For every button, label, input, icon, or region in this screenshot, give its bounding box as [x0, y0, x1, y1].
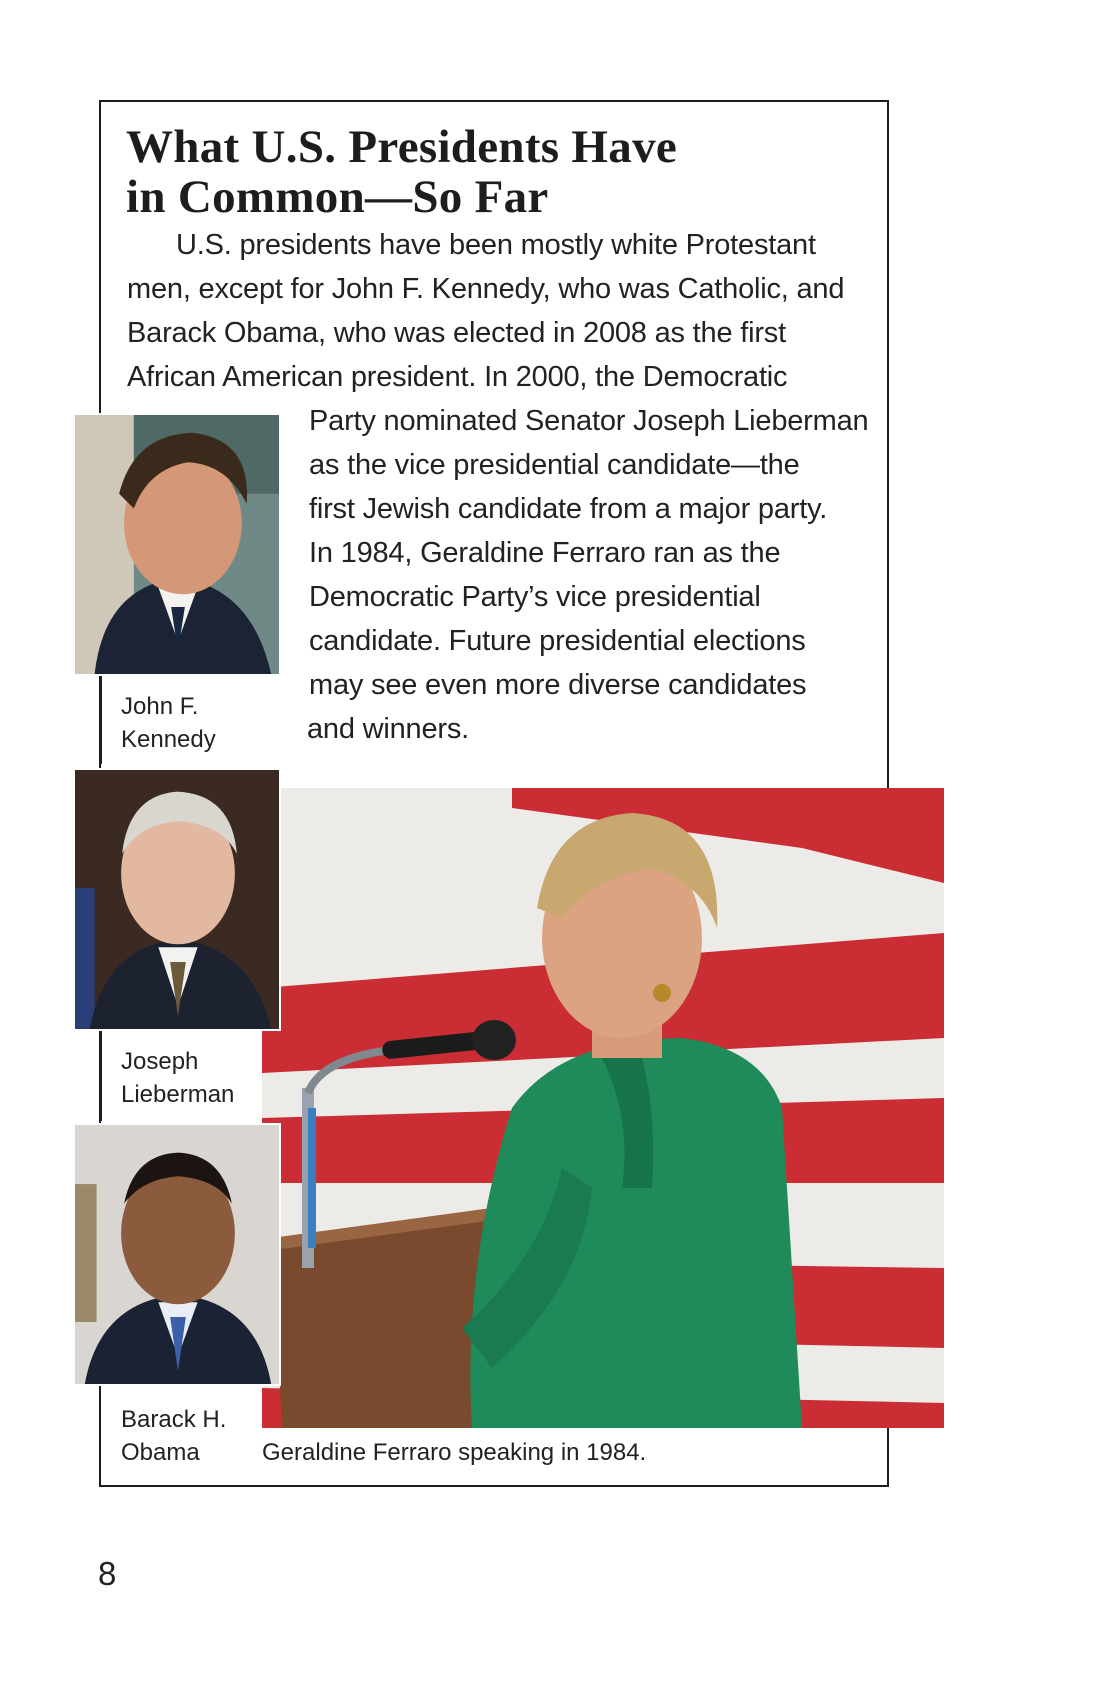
paragraph-line: men, except for John F. Kennedy, who was… — [127, 273, 845, 305]
paragraph-line: may see even more diverse candidates — [309, 669, 807, 701]
paragraph-line: African American president. In 2000, the… — [127, 361, 788, 393]
ferraro-photo — [262, 788, 944, 1428]
paragraph-line: In 1984, Geraldine Ferraro ran as the — [309, 537, 781, 569]
title-line-1: What U.S. Presidents Have — [126, 121, 678, 173]
paragraph-line: and winners. — [307, 713, 470, 745]
paragraph-line: Barack Obama, who was elected in 2008 as… — [127, 317, 786, 349]
page-number: 8 — [98, 1555, 117, 1592]
paragraph-line: Democratic Party’s vice presidential — [309, 581, 761, 613]
obama-caption: Barack H. Obama — [121, 1406, 227, 1466]
paragraph-line: first Jewish candidate from a major part… — [309, 493, 828, 525]
sidebar-title: What U.S. Presidents Have in Common—So F… — [126, 122, 677, 222]
kennedy-caption: John F. Kennedy — [121, 693, 216, 753]
paragraph-line: Party nominated Senator Joseph Lieberman — [309, 405, 869, 437]
lieberman-photo — [73, 768, 281, 1031]
paragraph-line: U.S. presidents have been mostly white P… — [176, 229, 816, 261]
caption-rule — [99, 676, 102, 764]
lieberman-caption: Joseph Lieberman — [121, 1048, 235, 1108]
ferraro-caption: Geraldine Ferraro speaking in 1984. — [262, 1439, 647, 1466]
paragraph-line: candidate. Future presidential elections — [309, 625, 806, 657]
kennedy-photo — [73, 413, 281, 676]
paragraph-line: as the vice presidential candidate—the — [309, 449, 800, 481]
obama-photo — [73, 1123, 281, 1386]
caption-rule — [99, 1031, 102, 1121]
title-line-2: in Common—So Far — [126, 171, 549, 223]
